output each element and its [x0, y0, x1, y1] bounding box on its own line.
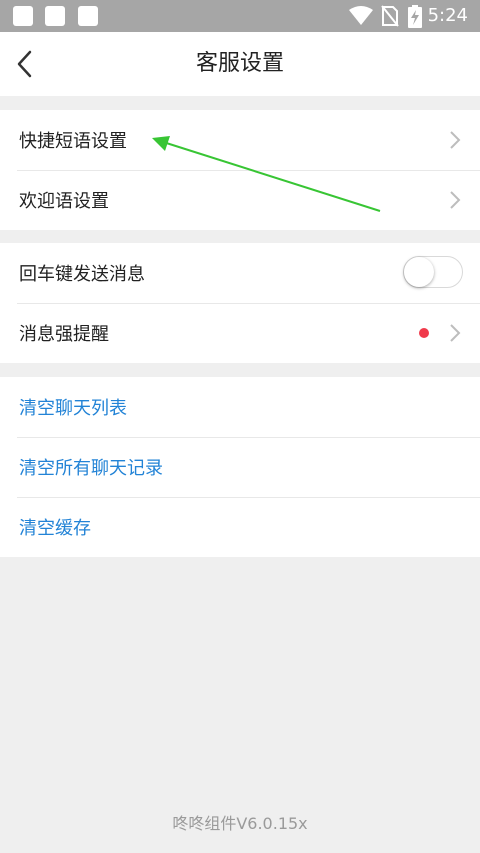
annotation-arrow — [152, 136, 381, 212]
